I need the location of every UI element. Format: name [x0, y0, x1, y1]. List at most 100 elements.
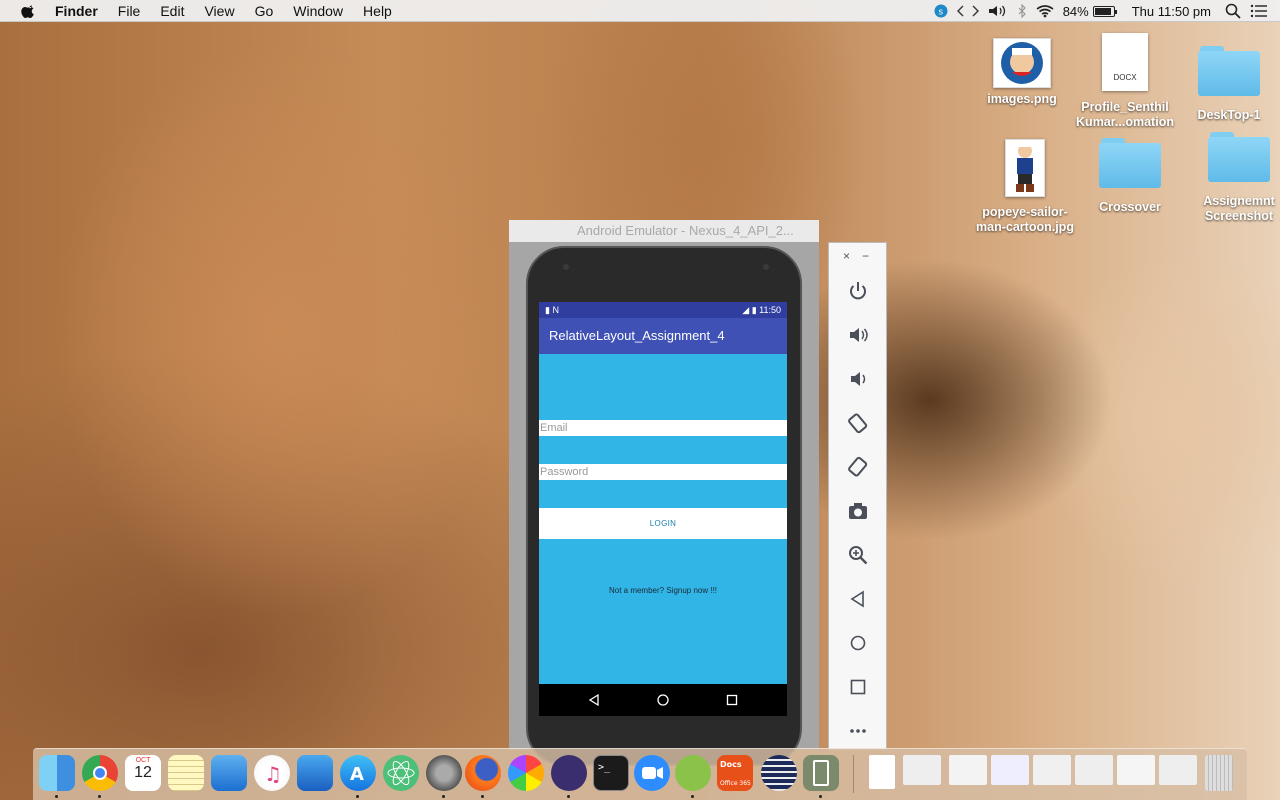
android-nav-bar — [539, 684, 787, 716]
document-icon[interactable] — [869, 755, 895, 789]
keynote-icon[interactable] — [211, 755, 247, 791]
desktop-icon-desktop-1[interactable]: DeskTop-1 — [1174, 46, 1280, 123]
app-title-bar: RelativeLayout_Assignment_4 — [539, 318, 787, 354]
back-button[interactable] — [829, 577, 886, 621]
desktop-icon-crossover[interactable]: Crossover — [1075, 138, 1185, 215]
eclipse-icon[interactable] — [551, 755, 587, 791]
system-preferences-icon[interactable] — [426, 755, 462, 791]
svg-text:♫: ♫ — [264, 762, 282, 786]
minimize-icon[interactable]: − — [862, 249, 869, 263]
svg-text:>_: >_ — [598, 762, 611, 773]
sublime-icon[interactable] — [761, 755, 797, 791]
volume-down-icon — [850, 372, 865, 386]
dock: OCT 12 ♫ A >_ Docs Office 365 — [33, 748, 1247, 800]
nav-recents-icon[interactable] — [725, 693, 739, 707]
bluetooth-icon[interactable] — [1017, 4, 1027, 18]
password-field[interactable]: Password — [539, 464, 787, 480]
menu-go[interactable]: Go — [255, 0, 274, 22]
rotate-left-icon — [847, 413, 867, 434]
screenshot-thumb-icon[interactable] — [1117, 755, 1155, 785]
zoom-icon — [848, 546, 867, 565]
rotate-right-button[interactable] — [829, 445, 886, 489]
calendar-month: OCT — [135, 757, 151, 764]
android-studio-icon[interactable] — [675, 755, 711, 791]
device-screen[interactable]: ▮ N ◢ ▮ 11:50 RelativeLayout_Assignment_… — [539, 302, 787, 716]
apple-icon[interactable] — [19, 3, 39, 19]
menu-file[interactable]: File — [118, 0, 141, 22]
menu-help[interactable]: Help — [363, 0, 392, 22]
calendar-day: 12 — [134, 764, 152, 781]
zoom-button[interactable] — [829, 533, 886, 577]
terminal-icon[interactable]: >_ — [593, 755, 629, 791]
notification-center-icon[interactable] — [1250, 4, 1268, 18]
docx-file-icon: DOCX — [1102, 33, 1148, 91]
image-thumbnail-icon — [993, 38, 1051, 88]
desktop-icon-label: popeye-sailor-man-cartoon.jpg — [976, 205, 1074, 234]
menu-finder[interactable]: Finder — [55, 0, 98, 22]
volume-icon[interactable] — [988, 4, 1008, 18]
code-brackets-icon[interactable] — [956, 4, 979, 18]
clock[interactable]: Thu 11:50 pm — [1132, 4, 1211, 19]
nav-home-icon[interactable] — [656, 693, 670, 707]
menu-edit[interactable]: Edit — [160, 0, 184, 22]
menu-view[interactable]: View — [204, 0, 234, 22]
desktop-icon-label: images.png — [987, 92, 1057, 106]
folder-icon — [1099, 138, 1161, 188]
menu-bar: Finder File Edit View Go Window Help s 8… — [0, 0, 1280, 22]
overview-button[interactable] — [829, 665, 886, 709]
screenshot-thumb-icon[interactable] — [949, 755, 987, 785]
calendar-icon[interactable]: OCT 12 — [125, 755, 161, 791]
signup-link[interactable]: Not a member? Signup now !!! — [539, 586, 787, 595]
photos-icon[interactable] — [508, 755, 544, 791]
skype-icon[interactable]: s — [934, 4, 948, 18]
screenshot-thumb-icon[interactable] — [1159, 755, 1197, 785]
wifi-icon[interactable] — [1036, 4, 1054, 18]
trash-icon[interactable] — [1205, 755, 1233, 791]
atom-icon[interactable] — [383, 755, 419, 791]
notes-icon[interactable] — [168, 755, 204, 791]
power-icon — [849, 282, 866, 300]
camera-icon — [848, 503, 867, 519]
desktop-icon-popeye-jpg[interactable]: popeye-sailor-man-cartoon.jpg — [970, 139, 1080, 235]
desktop-icon-label: Crossover — [1099, 200, 1161, 214]
close-icon[interactable]: × — [843, 249, 850, 263]
finder-icon[interactable] — [39, 755, 75, 791]
zoom-icon[interactable] — [634, 755, 670, 791]
screenshot-thumb-icon[interactable] — [1033, 755, 1071, 785]
docs-office-365-icon[interactable]: Docs Office 365 — [717, 755, 753, 791]
svg-text:Docs: Docs — [720, 760, 742, 769]
chrome-icon[interactable] — [82, 755, 118, 791]
more-button[interactable] — [829, 709, 886, 753]
xcode-icon[interactable] — [297, 755, 333, 791]
desktop-icon-assignment-screenshot[interactable]: Assignemnt Screenshot — [1184, 132, 1280, 224]
screenshot-thumb-icon[interactable] — [991, 755, 1029, 785]
power-button[interactable] — [829, 269, 886, 313]
desktop-icon-profile-docx[interactable]: DOCX Profile_Senthil Kumar...omation — [1070, 33, 1180, 130]
back-icon — [850, 590, 864, 608]
screenshot-thumb-icon[interactable] — [903, 755, 941, 785]
notification-icons: ▮ N — [545, 304, 559, 315]
spotlight-search-icon[interactable] — [1225, 3, 1241, 19]
battery-status[interactable]: 84% — [1063, 4, 1117, 19]
nav-back-icon[interactable] — [587, 693, 601, 707]
volume-down-button[interactable] — [829, 357, 886, 401]
folder-icon — [1208, 132, 1270, 182]
app-store-icon[interactable]: A — [340, 755, 376, 791]
desktop-icon-images-png[interactable]: images.png — [967, 38, 1077, 107]
firefox-icon[interactable] — [465, 755, 501, 791]
file-type-badge: DOCX — [1113, 73, 1137, 82]
image-thumbnail-icon — [1005, 139, 1045, 197]
login-button[interactable]: LOGIN — [539, 508, 787, 539]
screenshot-button[interactable] — [829, 489, 886, 533]
volume-up-button[interactable] — [829, 313, 886, 357]
menu-window[interactable]: Window — [293, 0, 343, 22]
itunes-icon[interactable]: ♫ — [254, 755, 290, 791]
rotate-left-button[interactable] — [829, 401, 886, 445]
more-icon — [849, 729, 866, 733]
home-icon — [850, 635, 865, 651]
home-button[interactable] — [829, 621, 886, 665]
window-title[interactable]: Android Emulator - Nexus_4_API_2... — [509, 220, 819, 242]
email-field[interactable]: Email — [539, 420, 787, 436]
emulator-icon[interactable] — [803, 755, 839, 791]
screenshot-thumb-icon[interactable] — [1075, 755, 1113, 785]
